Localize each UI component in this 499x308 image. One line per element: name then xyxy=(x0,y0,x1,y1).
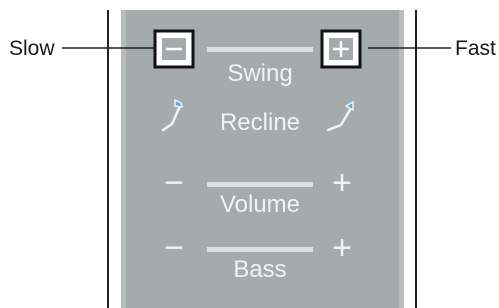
swing-label: Swing xyxy=(227,60,293,87)
volume-down-button[interactable]: − xyxy=(158,166,190,200)
bass-down-button[interactable]: − xyxy=(158,231,190,265)
swing-slow-button[interactable] xyxy=(153,29,195,69)
swing-slider-bar xyxy=(207,47,313,52)
swing-fast-button[interactable] xyxy=(320,29,362,69)
volume-up-button[interactable]: + xyxy=(326,166,358,200)
bass-slider-bar xyxy=(207,247,313,252)
recline-label: Recline xyxy=(219,109,301,136)
bass-label: Bass xyxy=(233,256,287,283)
bass-up-button[interactable]: + xyxy=(326,231,358,265)
slow-callout: Slow xyxy=(9,37,55,60)
volume-slider-bar xyxy=(207,182,313,187)
volume-label: Volume xyxy=(219,191,301,218)
fast-callout: Fast xyxy=(455,37,496,60)
